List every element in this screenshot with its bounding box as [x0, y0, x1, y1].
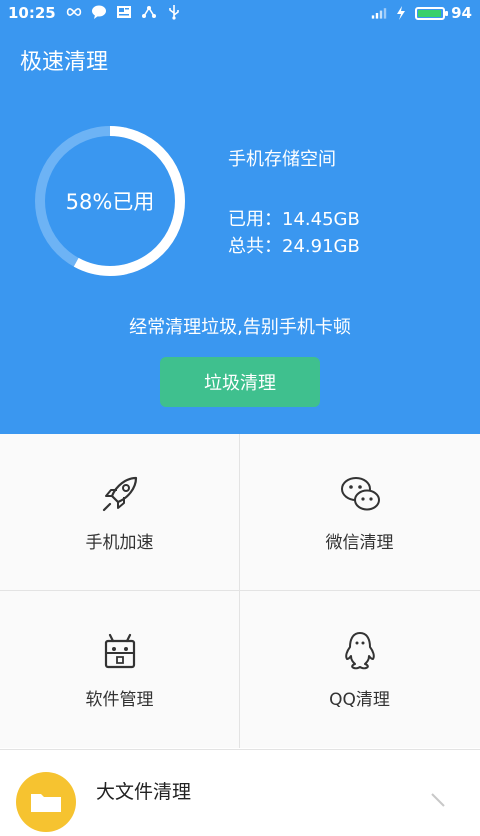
junk-clean-button[interactable]: 垃圾清理	[160, 357, 320, 407]
app-manage-label: 软件管理	[85, 689, 154, 710]
qq-penguin-icon	[344, 631, 375, 669]
status-bar: 10:25 94	[0, 0, 480, 28]
usb-icon	[166, 5, 182, 20]
storage-title: 手机存储空间	[228, 149, 336, 170]
infinity-icon	[66, 5, 82, 19]
chevron-right-icon	[428, 786, 448, 819]
battery-level: 94	[451, 4, 472, 22]
slogan-text: 经常清理垃圾,告别手机卡顿	[129, 317, 351, 338]
app-manage-tile[interactable]: 软件管理	[0, 591, 239, 747]
rocket-icon	[102, 476, 137, 511]
notification-icons	[66, 5, 182, 20]
phone-boost-tile[interactable]: 手机加速	[0, 434, 239, 590]
folder-icon	[16, 772, 76, 832]
used-storage: 已用：14.45GB	[228, 209, 360, 230]
signal-icon	[371, 6, 387, 20]
page-title: 极速清理	[20, 50, 109, 75]
status-time: 10:25	[8, 4, 56, 22]
phone-boost-label: 手机加速	[85, 532, 154, 553]
grid-divider-horizontal	[0, 590, 480, 591]
share-icon	[141, 5, 157, 19]
total-storage: 总共：24.91GB	[228, 236, 360, 257]
wechat-clean-label: 微信清理	[325, 532, 394, 553]
qq-clean-tile[interactable]: QQ清理	[240, 591, 479, 747]
news-icon	[116, 5, 132, 19]
big-file-clean-row[interactable]: 大文件清理	[0, 749, 480, 832]
message-icon	[91, 5, 107, 19]
android-icon	[104, 633, 135, 668]
wechat-clean-tile[interactable]: 微信清理	[240, 434, 479, 590]
feature-grid: 手机加速 微信清理 软件管理 QQ清理	[0, 434, 480, 748]
grid-divider-vertical	[239, 434, 240, 748]
wechat-icon	[340, 476, 380, 510]
battery-icon	[415, 6, 449, 20]
storage-header: 极速清理 58%已用 手机存储空间 已用：14.45GB 总共：24.91GB …	[0, 28, 480, 434]
usage-percent-label: 58%已用	[65, 190, 155, 214]
qq-clean-label: QQ清理	[329, 689, 390, 710]
status-right: 94	[371, 4, 472, 22]
charging-icon	[393, 6, 409, 20]
